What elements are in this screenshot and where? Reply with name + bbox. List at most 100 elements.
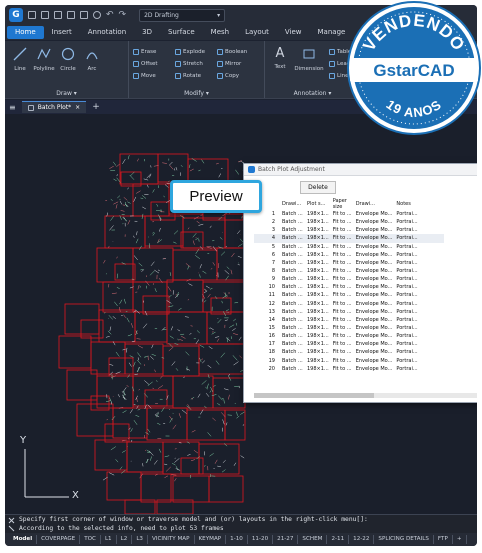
- layout-tab[interactable]: SCHEM: [298, 535, 328, 544]
- draw-panel-title[interactable]: Draw ▾: [5, 90, 128, 97]
- table-row[interactable]: 2 Batch ... 198×1... Fit to ... Envelope Mo.…: [254, 218, 444, 226]
- save-as-icon[interactable]: [67, 11, 75, 19]
- workspace-select[interactable]: 2D Drafting ▾: [139, 8, 226, 22]
- preview-button[interactable]: Preview: [170, 180, 262, 213]
- table-row[interactable]: 11 Batch ... 198×1... Fit to ... Envelope Mo…: [254, 291, 444, 299]
- mirror-tool[interactable]: Mirror: [217, 61, 241, 67]
- tab-surface[interactable]: Surface: [160, 26, 203, 39]
- layout-tab[interactable]: 1-10: [226, 535, 248, 544]
- table-row[interactable]: 16 Batch ... 198×1... Fit to ... Envelope Mo…: [254, 332, 444, 340]
- rotate-tool[interactable]: Rotate: [175, 73, 201, 79]
- menu-icon[interactable]: ≡: [9, 103, 16, 112]
- map-line: [170, 326, 173, 331]
- copy-tool[interactable]: Copy: [217, 73, 239, 79]
- add-layout-icon[interactable]: +: [453, 535, 467, 544]
- settings-icon[interactable]: [93, 11, 101, 19]
- layout-tab[interactable]: VICINITY MAP: [148, 535, 195, 544]
- scroll-thumb[interactable]: [254, 393, 374, 398]
- redo-icon[interactable]: ↷: [119, 10, 127, 20]
- command-line[interactable]: Specify first corner of window or traver…: [5, 514, 477, 533]
- command-close-icon[interactable]: [8, 517, 15, 532]
- table-row[interactable]: 15 Batch ... 198×1... Fit to ... Envelope Mo…: [254, 324, 444, 332]
- tab-annotation[interactable]: Annotation: [80, 26, 134, 39]
- tab-view[interactable]: View: [277, 26, 310, 39]
- col-notes[interactable]: [422, 198, 444, 210]
- table-row[interactable]: 18 Batch ... 198×1... Fit to ... Envelope Mo…: [254, 348, 444, 356]
- row-index: 6: [271, 251, 275, 258]
- new-file-icon[interactable]: [28, 11, 36, 19]
- close-icon[interactable]: ×: [75, 104, 80, 111]
- table-row[interactable]: 13 Batch ... 198×1... Fit to ... Envelope Mo…: [254, 308, 444, 316]
- table-row[interactable]: 3 Batch ... 198×1... Fit to ... Envelope Mo.…: [254, 226, 444, 234]
- layout-tab[interactable]: L1: [101, 535, 117, 544]
- plot-frame: [172, 249, 218, 281]
- table-row[interactable]: 20 Batch ... 198×1... Fit to ... Envelope Mo…: [254, 365, 444, 373]
- table-row[interactable]: 17 Batch ... 198×1... Fit to ... Envelope Mo…: [254, 340, 444, 348]
- layout-tab[interactable]: Model: [9, 535, 38, 544]
- tab-layout[interactable]: Layout: [237, 26, 277, 39]
- layout-tab[interactable]: L3: [132, 535, 148, 544]
- open-file-icon[interactable]: [41, 11, 49, 19]
- layout-tab[interactable]: 21-27: [273, 535, 299, 544]
- layout-tab[interactable]: 2-11: [327, 535, 350, 544]
- layout-tab[interactable]: 11-20: [248, 535, 274, 544]
- erase-tool[interactable]: Erase: [133, 49, 156, 55]
- table-cell: Envelope Mo...: [355, 284, 393, 291]
- boolean-tool[interactable]: Boolean: [217, 49, 247, 55]
- map-line: [202, 360, 206, 364]
- save-icon[interactable]: [54, 11, 62, 19]
- table-row[interactable]: 12 Batch ... 198×1... Fit to ... Envelope Mo…: [254, 300, 444, 308]
- table-row[interactable]: 6 Batch ... 198×1... Fit to ... Envelope Mo.…: [254, 251, 444, 259]
- table-cell: Portrai...: [396, 333, 418, 340]
- map-line: [169, 335, 174, 339]
- stretch-tool[interactable]: Stretch: [175, 61, 203, 67]
- layout-tab[interactable]: COVERPAGE: [37, 535, 81, 544]
- app-logo[interactable]: G: [9, 8, 23, 22]
- table-row[interactable]: 8 Batch ... 198×1... Fit to ... Envelope Mo.…: [254, 267, 444, 275]
- plot-frame: [162, 345, 200, 377]
- offset-tool[interactable]: Offset: [133, 61, 158, 67]
- delete-button[interactable]: Delete: [300, 180, 336, 194]
- text-tool[interactable]: A Text: [269, 47, 291, 71]
- table-row[interactable]: 7 Batch ... 198×1... Fit to ... Envelope Mo.…: [254, 259, 444, 267]
- layout-tab[interactable]: FTP: [434, 535, 453, 544]
- col-plot-scale[interactable]: Paper size: [331, 198, 354, 210]
- line-tool[interactable]: Line: [9, 47, 31, 72]
- col-paper-size[interactable]: Drawi...: [354, 198, 395, 210]
- table-row[interactable]: 5 Batch ... 198×1... Fit to ... Envelope Mo.…: [254, 243, 444, 251]
- table-row[interactable]: 9 Batch ... 198×1... Fit to ... Envelope Mo.…: [254, 275, 444, 283]
- plot-frame: [58, 335, 92, 369]
- undo-icon[interactable]: ↶: [106, 10, 114, 20]
- circle-tool[interactable]: Circle: [57, 47, 79, 72]
- map-line: [103, 259, 106, 264]
- layout-tab[interactable]: 12-22: [349, 535, 375, 544]
- move-tool[interactable]: Move: [133, 73, 156, 79]
- arc-tool[interactable]: Arc: [81, 47, 103, 72]
- polyline-tool[interactable]: Polyline: [33, 47, 55, 72]
- modify-panel-title[interactable]: Modify ▾: [129, 90, 264, 97]
- plot-frame: [198, 443, 240, 475]
- layout-tab[interactable]: SPLICING DETAILS: [374, 535, 434, 544]
- tab-mesh[interactable]: Mesh: [203, 26, 237, 39]
- table-row[interactable]: 19 Batch ... 198×1... Fit to ... Envelope Mo…: [254, 357, 444, 365]
- tab-home[interactable]: Home: [7, 26, 44, 39]
- col-plot-size[interactable]: Plot s...: [305, 198, 331, 210]
- table-row[interactable]: 4 Batch ... 198×1... Fit to ... Envelope Mo.…: [254, 234, 445, 243]
- layout-tab[interactable]: L2: [117, 535, 133, 544]
- layout-tab[interactable]: KEYMAP: [195, 535, 227, 544]
- col-drawing[interactable]: Drawi...: [280, 198, 305, 210]
- dialog-title-bar[interactable]: Batch Plot Adjustment: [244, 164, 477, 176]
- col-orientation[interactable]: Notes: [394, 198, 422, 210]
- tab-insert[interactable]: Insert: [44, 26, 80, 39]
- print-icon[interactable]: [80, 11, 88, 19]
- dimension-tool[interactable]: Dimension: [293, 47, 325, 72]
- layout-tab[interactable]: TOC: [80, 535, 101, 544]
- table-row[interactable]: 1 Batch ... 198×1... Fit to ... Envelope Mo.…: [254, 210, 444, 218]
- tab-3d[interactable]: 3D: [134, 26, 160, 39]
- explode-tool[interactable]: Explode: [175, 49, 205, 55]
- table-row[interactable]: 14 Batch ... 198×1... Fit to ... Envelope Mo…: [254, 316, 444, 324]
- table-row[interactable]: 10 Batch ... 198×1... Fit to ... Envelope Mo…: [254, 283, 444, 291]
- document-tab[interactable]: Batch Plot* ×: [21, 101, 87, 113]
- new-tab-icon[interactable]: +: [92, 102, 100, 112]
- horizontal-scrollbar[interactable]: [254, 393, 477, 398]
